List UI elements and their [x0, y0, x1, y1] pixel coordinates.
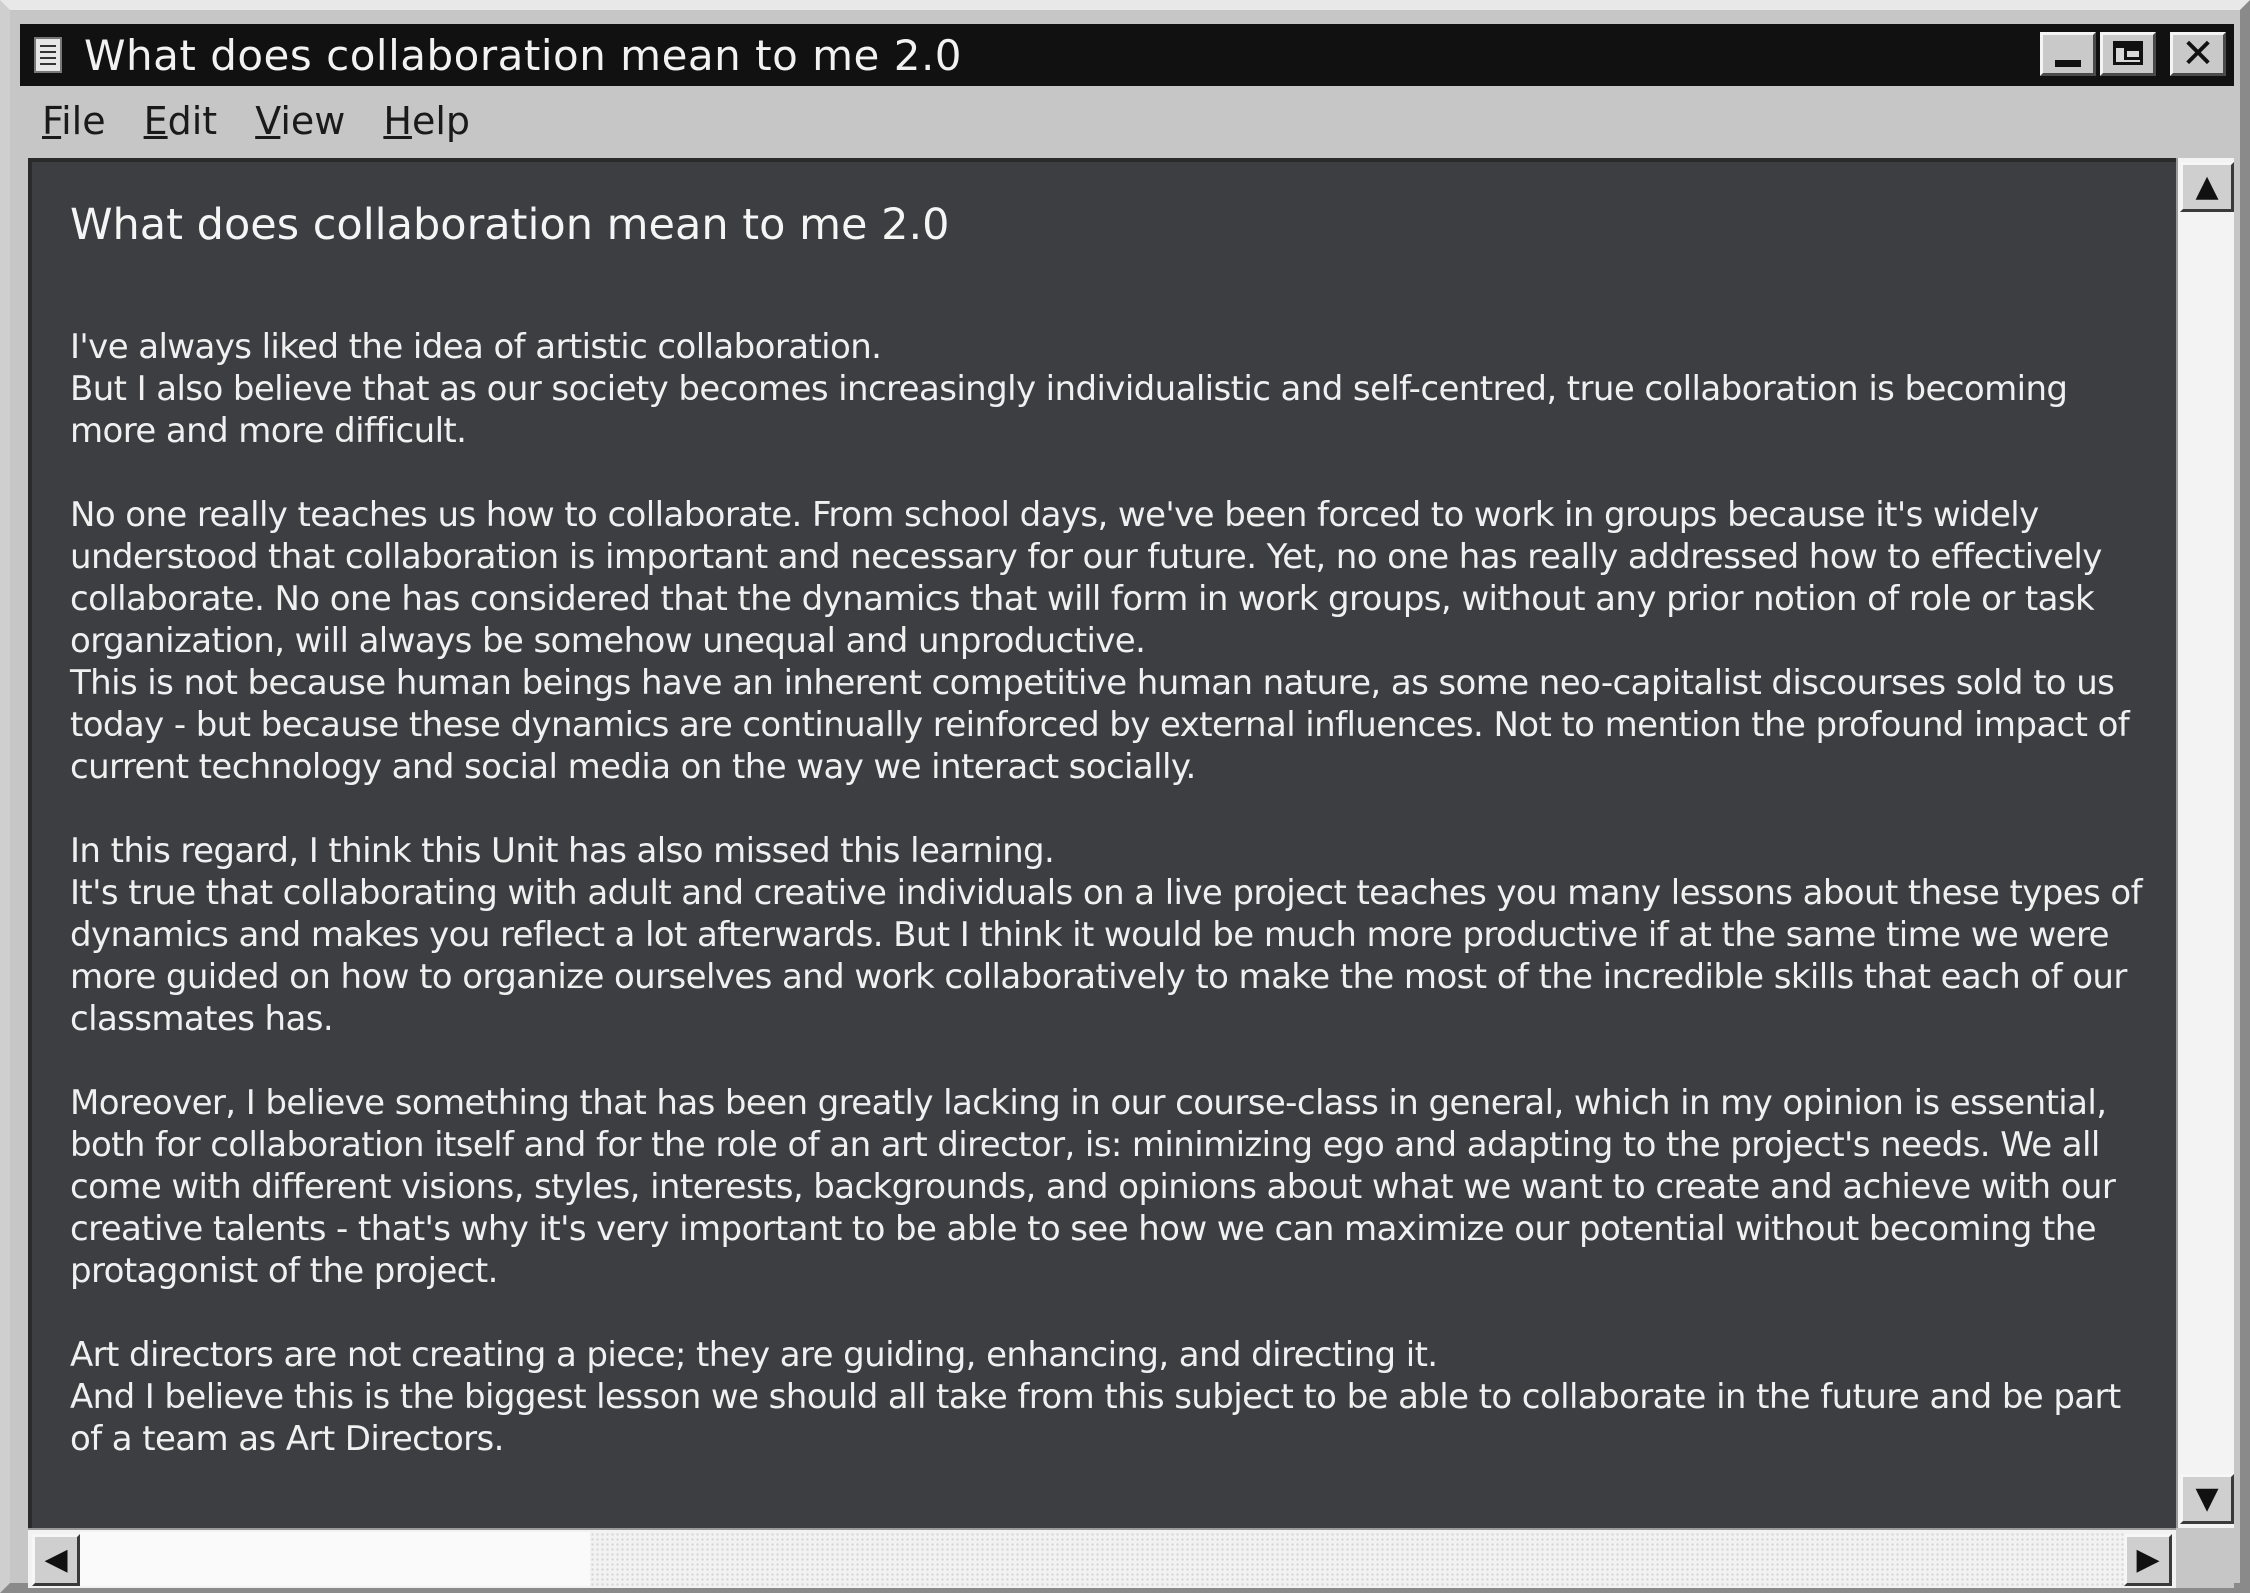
- text-line: of a team as Art Directors.: [70, 1419, 504, 1459]
- arrow-up-icon: ▲: [2195, 169, 2219, 204]
- document-paragraph: Art directors are not creating a piece; …: [70, 1334, 2150, 1460]
- menu-bar: File Edit View Help: [20, 90, 2234, 152]
- text-line: But I also believe that as our society b…: [70, 369, 2068, 409]
- text-line: organization, will always be somehow une…: [70, 621, 1146, 661]
- maximize-button[interactable]: [2100, 32, 2156, 76]
- scroll-down-button[interactable]: ▼: [2180, 1474, 2234, 1524]
- window-controls: ✕: [2040, 32, 2226, 76]
- scrollbar-corner: [2176, 1528, 2234, 1588]
- close-icon: ✕: [2181, 31, 2215, 77]
- text-line: collaborate. No one has considered that …: [70, 579, 2095, 619]
- title-bar[interactable]: What does collaboration mean to me 2.0 ✕: [20, 24, 2234, 86]
- text-line: come with different visions, styles, int…: [70, 1167, 2116, 1207]
- text-line: today - but because these dynamics are c…: [70, 705, 2130, 745]
- minimize-icon: [2055, 60, 2081, 67]
- document-title: What does collaboration mean to me 2.0: [70, 200, 950, 250]
- minimize-button[interactable]: [2040, 32, 2096, 76]
- text-line: And I believe this is the biggest lesson…: [70, 1377, 2121, 1417]
- text-line: understood that collaboration is importa…: [70, 537, 2102, 577]
- text-line: In this regard, I think this Unit has al…: [70, 831, 1055, 871]
- arrow-down-icon: ▼: [2195, 1481, 2219, 1516]
- document-paragraph: Moreover, I believe something that has b…: [70, 1082, 2150, 1292]
- text-line: Art directors are not creating a piece; …: [70, 1335, 1438, 1375]
- scroll-left-button[interactable]: ◀: [32, 1534, 80, 1586]
- menu-help[interactable]: Help: [383, 99, 470, 143]
- text-line: protagonist of the project.: [70, 1251, 498, 1291]
- window-title: What does collaboration mean to me 2.0: [84, 30, 963, 80]
- text-line: I've always liked the idea of artistic c…: [70, 327, 882, 367]
- text-editor-area[interactable]: What does collaboration mean to me 2.0 I…: [28, 158, 2176, 1528]
- menu-edit[interactable]: Edit: [144, 99, 218, 143]
- text-line: It's true that collaborating with adult …: [70, 873, 2143, 913]
- arrow-right-icon: ▶: [2136, 1542, 2160, 1577]
- text-line: creative talents - that's why it's very …: [70, 1209, 2097, 1249]
- menu-view-label: iew: [280, 99, 346, 143]
- document-paragraph: In this regard, I think this Unit has al…: [70, 830, 2150, 1040]
- menu-help-label: elp: [411, 99, 471, 143]
- maximize-icon: [2113, 41, 2143, 65]
- notepad-window: What does collaboration mean to me 2.0 ✕…: [0, 0, 2250, 1593]
- vertical-scrollbar[interactable]: ▲ ▼: [2176, 158, 2234, 1528]
- text-line: both for collaboration itself and for th…: [70, 1125, 2100, 1165]
- scroll-up-button[interactable]: ▲: [2180, 162, 2234, 212]
- menu-view-mnemonic: V: [255, 99, 281, 143]
- text-line: current technology and social media on t…: [70, 747, 1196, 787]
- text-line: No one really teaches us how to collabor…: [70, 495, 2039, 535]
- arrow-left-icon: ◀: [44, 1542, 68, 1577]
- horizontal-scroll-thumb[interactable]: [80, 1532, 590, 1586]
- menu-view[interactable]: View: [255, 99, 345, 143]
- text-line: Moreover, I believe something that has b…: [70, 1083, 2107, 1123]
- text-line: more and more difficult.: [70, 411, 467, 451]
- menu-file[interactable]: File: [42, 99, 106, 143]
- close-button[interactable]: ✕: [2170, 32, 2226, 76]
- document-body: I've always liked the idea of artistic c…: [70, 326, 2150, 1502]
- text-line: classmates has.: [70, 999, 334, 1039]
- document-paragraph: I've always liked the idea of artistic c…: [70, 326, 2150, 452]
- document-paragraph: No one really teaches us how to collabor…: [70, 494, 2150, 788]
- text-line: This is not because human beings have an…: [70, 663, 2115, 703]
- menu-file-label: ile: [61, 99, 106, 143]
- menu-edit-mnemonic: E: [143, 99, 168, 143]
- text-line: more guided on how to organize ourselves…: [70, 957, 2127, 997]
- menu-file-mnemonic: F: [42, 99, 62, 143]
- menu-help-mnemonic: H: [383, 99, 412, 143]
- notepad-icon[interactable]: [34, 37, 62, 73]
- scroll-right-button[interactable]: ▶: [2124, 1534, 2172, 1586]
- text-line: dynamics and makes you reflect a lot aft…: [70, 915, 2110, 955]
- horizontal-scrollbar[interactable]: ◀ ▶: [28, 1528, 2176, 1588]
- menu-edit-label: dit: [167, 99, 218, 143]
